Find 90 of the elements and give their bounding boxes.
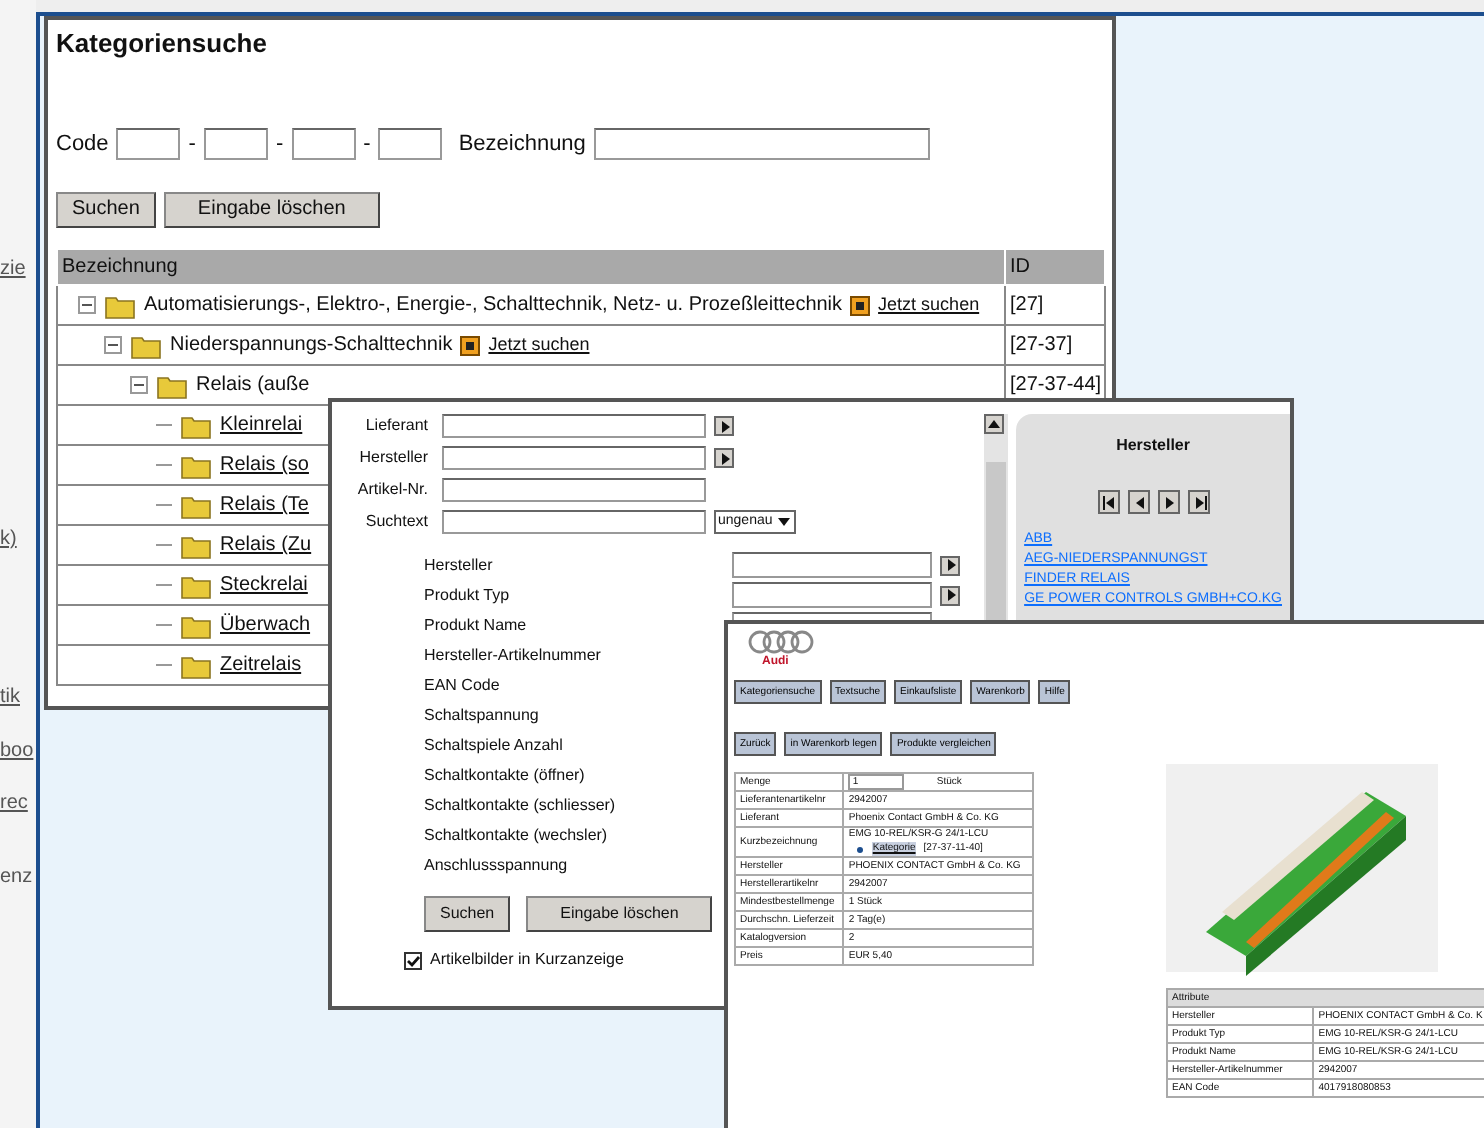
field-label: Hersteller bbox=[357, 446, 428, 470]
code-field[interactable] bbox=[291, 127, 356, 160]
folder-icon bbox=[180, 451, 212, 480]
clear-button[interactable]: Eingabe löschen bbox=[163, 192, 380, 229]
picker-button[interactable] bbox=[940, 585, 960, 605]
field-label: Code bbox=[56, 129, 109, 160]
bullet-icon bbox=[856, 845, 865, 854]
folder-icon bbox=[180, 571, 212, 600]
field-label: Schaltkontakte (öffner) bbox=[424, 763, 587, 787]
field-label: EAN Code bbox=[424, 673, 502, 697]
collapse-icon[interactable] bbox=[104, 336, 122, 355]
picker-button[interactable] bbox=[940, 555, 960, 575]
category-link[interactable]: Relais (Te bbox=[220, 490, 309, 521]
search-link[interactable]: Jetzt suchen bbox=[488, 331, 590, 359]
checkbox[interactable] bbox=[404, 951, 422, 969]
previous-button[interactable] bbox=[1127, 490, 1150, 514]
folder-icon bbox=[104, 291, 136, 320]
last-page-button[interactable] bbox=[1187, 490, 1210, 514]
input-field[interactable] bbox=[442, 414, 706, 438]
picker-button[interactable] bbox=[714, 448, 734, 468]
column-header: ID bbox=[1005, 249, 1105, 286]
link[interactable]: tik bbox=[0, 682, 20, 712]
input-field[interactable] bbox=[442, 446, 706, 470]
separator: - bbox=[188, 129, 196, 160]
folder-icon bbox=[156, 371, 188, 400]
field-label: Suchtext bbox=[363, 510, 428, 534]
search-button[interactable]: Suchen bbox=[56, 192, 156, 229]
category-link[interactable]: Zeitrelais bbox=[220, 650, 302, 681]
table-cell: [27] bbox=[1005, 285, 1105, 326]
category-name: Niederspannungs-Schalttechnik bbox=[170, 332, 453, 361]
column-header: Bezeichnung bbox=[57, 249, 1005, 286]
name-field[interactable] bbox=[593, 127, 930, 160]
field-label: Produkt Name bbox=[424, 613, 529, 637]
page-title: Kategoriensuche bbox=[56, 28, 269, 60]
checkbox-label: Artikelbilder in Kurzanzeige bbox=[430, 948, 624, 972]
search-button[interactable]: Suchen bbox=[424, 896, 511, 932]
first-page-icon bbox=[1099, 493, 1118, 511]
code-field[interactable] bbox=[116, 127, 181, 160]
category-link[interactable]: Steckrelai bbox=[220, 570, 308, 601]
field-label: Schaltspiele Anzahl bbox=[424, 733, 565, 757]
field-label: Hersteller bbox=[424, 553, 495, 577]
collapse-icon[interactable] bbox=[130, 376, 148, 395]
field-label: Schaltkontakte (schliesser) bbox=[424, 793, 618, 817]
folder-icon bbox=[130, 331, 162, 360]
field-label: Lieferant bbox=[363, 414, 428, 438]
field-label: Artikel-Nr. bbox=[355, 478, 428, 502]
folder-icon bbox=[180, 411, 212, 440]
panel-title: Hersteller bbox=[1114, 434, 1192, 458]
search-link[interactable]: Jetzt suchen bbox=[878, 291, 980, 319]
input-field[interactable] bbox=[442, 510, 706, 534]
first-page-button[interactable] bbox=[1097, 490, 1120, 514]
link[interactable]: rec bbox=[0, 788, 28, 818]
collapse-icon[interactable] bbox=[78, 296, 96, 315]
field-label: Produkt Typ bbox=[424, 583, 512, 607]
link[interactable]: zie bbox=[0, 254, 26, 284]
link[interactable]: boo bbox=[0, 736, 34, 766]
category-link[interactable]: Kleinrelai bbox=[220, 410, 303, 441]
folder-icon bbox=[180, 531, 212, 560]
separator: - bbox=[363, 129, 371, 160]
next-button[interactable] bbox=[1157, 490, 1180, 514]
folder-icon bbox=[180, 611, 212, 640]
field-label: Schaltkontakte (wechsler) bbox=[424, 823, 610, 847]
clear-button[interactable]: Eingabe löschen bbox=[526, 896, 713, 932]
code-field[interactable] bbox=[203, 127, 268, 160]
code-field[interactable] bbox=[378, 127, 443, 160]
folder-icon bbox=[180, 651, 212, 680]
input-field[interactable] bbox=[732, 582, 932, 608]
scroll-up-icon bbox=[986, 416, 1003, 432]
caret-icon bbox=[776, 514, 793, 530]
input-field[interactable] bbox=[442, 478, 706, 502]
search-icon bbox=[850, 295, 871, 316]
category-link[interactable]: Überwach bbox=[220, 610, 311, 641]
folder-icon bbox=[180, 491, 212, 520]
field-label: Bezeichnung bbox=[458, 129, 586, 160]
scroll-up-button[interactable] bbox=[984, 414, 1005, 434]
link[interactable]: k) bbox=[0, 524, 17, 554]
search-icon bbox=[460, 335, 481, 356]
category-name: Relais (auße bbox=[196, 372, 310, 401]
table-cell: [27-37] bbox=[1005, 325, 1105, 366]
category-link[interactable]: Relais (so bbox=[220, 450, 309, 481]
field-label: Anschlussspannung bbox=[424, 853, 570, 877]
rings-logo-icon bbox=[746, 630, 814, 654]
separator: - bbox=[275, 129, 284, 160]
picker-button[interactable] bbox=[714, 416, 734, 436]
field-label: Schaltspannung bbox=[424, 703, 541, 727]
input-field[interactable] bbox=[732, 552, 932, 578]
field-label: Hersteller-Artikelnummer bbox=[424, 643, 603, 667]
category-link[interactable]: Relais (Zu bbox=[220, 530, 312, 561]
category-name: Automatisierungs-, Elektro-, Energie-, Schalttechnik, Netz- u. Prozeßleittechnik bbox=[144, 292, 843, 321]
text-fragment: enz bbox=[0, 864, 33, 892]
